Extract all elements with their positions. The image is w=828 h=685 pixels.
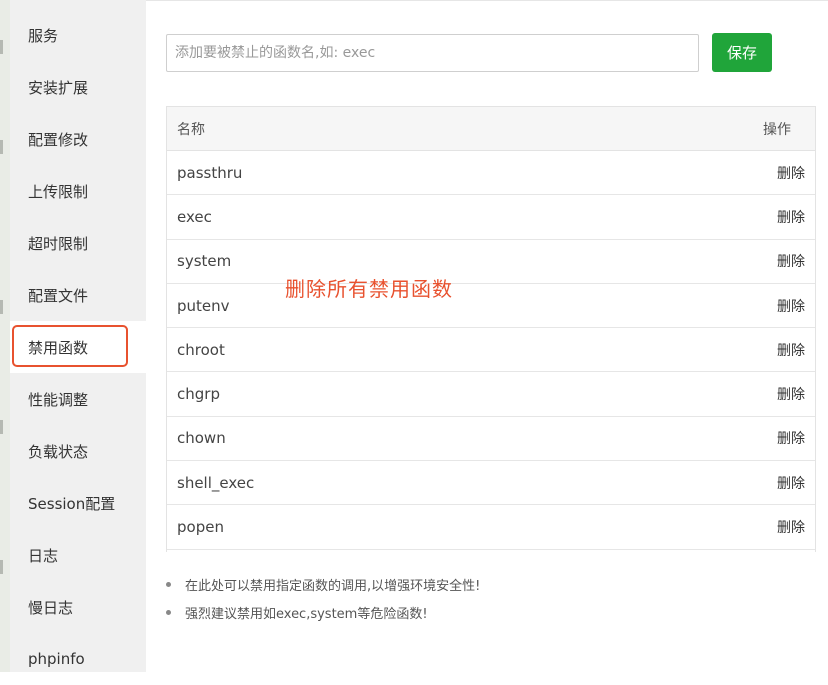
bullet-icon (166, 581, 171, 587)
annotation-text: 删除所有禁用函数 (285, 277, 453, 301)
table-row: system 删除 (167, 240, 815, 284)
sidebar-item-label: 日志 (28, 546, 59, 565)
delete-link[interactable]: 删除 (777, 384, 805, 404)
function-name: chown (177, 429, 226, 448)
disabled-functions-table: 名称 操作 passthru 删除 exec 删除 system 删除 pute… (166, 106, 816, 552)
tip-text: 在此处可以禁用指定函数的调用,以增强环境安全性! (185, 578, 481, 594)
column-header-action: 操作 (763, 121, 791, 138)
sidebar-item-label: phpinfo (28, 650, 85, 668)
delete-link[interactable]: 删除 (777, 163, 805, 183)
sidebar-item-label: 安装扩展 (28, 78, 89, 97)
tip-item: 强烈建议禁用如exec,system等危险函数! (166, 598, 480, 626)
sidebar-item-slow-log[interactable]: 慢日志 (10, 581, 146, 633)
function-name: exec (177, 207, 212, 226)
function-name: chgrp (177, 385, 220, 404)
sidebar-item-service[interactable]: 服务 (10, 9, 146, 61)
top-divider (146, 0, 828, 1)
function-name: popen (177, 518, 224, 537)
sidebar-item-upload-limit[interactable]: 上传限制 (10, 165, 146, 217)
sidebar-item-label: 性能调整 (28, 390, 89, 409)
tip-item: 在此处可以禁用指定函数的调用,以增强环境安全性! (166, 570, 480, 598)
delete-link[interactable]: 删除 (777, 517, 805, 537)
sidebar-item-log[interactable]: 日志 (10, 529, 146, 581)
sidebar-item-session-config[interactable]: Session配置 (10, 477, 146, 529)
delete-link[interactable]: 删除 (777, 251, 805, 271)
sidebar-item-label: Session配置 (28, 494, 116, 513)
table-row: chgrp 删除 (167, 372, 815, 417)
background-window-edge (0, 0, 10, 672)
column-header-name: 名称 (177, 121, 205, 138)
sidebar-item-config-file[interactable]: 配置文件 (10, 269, 146, 321)
table-row: shell_exec 删除 (167, 461, 815, 506)
sidebar-item-label: 配置文件 (28, 286, 89, 305)
function-name: shell_exec (177, 473, 255, 492)
delete-link[interactable]: 删除 (777, 428, 805, 448)
table-row: exec 删除 (167, 195, 815, 240)
sidebar-item-label: 配置修改 (28, 130, 89, 149)
sidebar-item-label: 慢日志 (28, 598, 74, 617)
table-row: chroot 删除 (167, 328, 815, 373)
sidebar-item-performance[interactable]: 性能调整 (10, 373, 146, 425)
function-name: system (177, 252, 232, 271)
sidebar: 服务 安装扩展 配置修改 上传限制 超时限制 配置文件 禁用函数 性能调整 负载… (10, 0, 146, 672)
table-row: chown 删除 (167, 417, 815, 462)
tips-list: 在此处可以禁用指定函数的调用,以增强环境安全性! 强烈建议禁用如exec,sys… (166, 570, 480, 626)
function-name: putenv (177, 296, 230, 315)
sidebar-item-load-status[interactable]: 负载状态 (10, 425, 146, 477)
sidebar-item-timeout-limit[interactable]: 超时限制 (10, 217, 146, 269)
table-row: passthru 删除 (167, 151, 815, 196)
bullet-icon (166, 609, 171, 615)
sidebar-item-label: 超时限制 (28, 234, 89, 253)
sidebar-item-label: 服务 (28, 26, 59, 45)
sidebar-item-label: 上传限制 (28, 182, 89, 201)
function-name-input[interactable] (166, 34, 699, 72)
table-row: putenv 删除 (167, 284, 815, 329)
sidebar-item-label: 禁用函数 (28, 338, 89, 357)
sidebar-item-phpinfo[interactable]: phpinfo (10, 633, 146, 685)
tip-text: 强烈建议禁用如exec,system等危险函数! (185, 606, 428, 622)
save-button[interactable]: 保存 (712, 33, 772, 72)
function-name: passthru (177, 163, 243, 182)
sidebar-item-config-edit[interactable]: 配置修改 (10, 113, 146, 165)
sidebar-item-install-extension[interactable]: 安装扩展 (10, 61, 146, 113)
sidebar-item-disabled-functions[interactable]: 禁用函数 (10, 321, 146, 373)
delete-link[interactable]: 删除 (777, 473, 805, 493)
function-name: chroot (177, 340, 225, 359)
table-header: 名称 操作 (167, 107, 815, 151)
sidebar-item-label: 负载状态 (28, 442, 89, 461)
delete-link[interactable]: 删除 (777, 207, 805, 227)
table-row: popen 删除 (167, 505, 815, 550)
delete-link[interactable]: 删除 (777, 296, 805, 316)
delete-link[interactable]: 删除 (777, 340, 805, 360)
